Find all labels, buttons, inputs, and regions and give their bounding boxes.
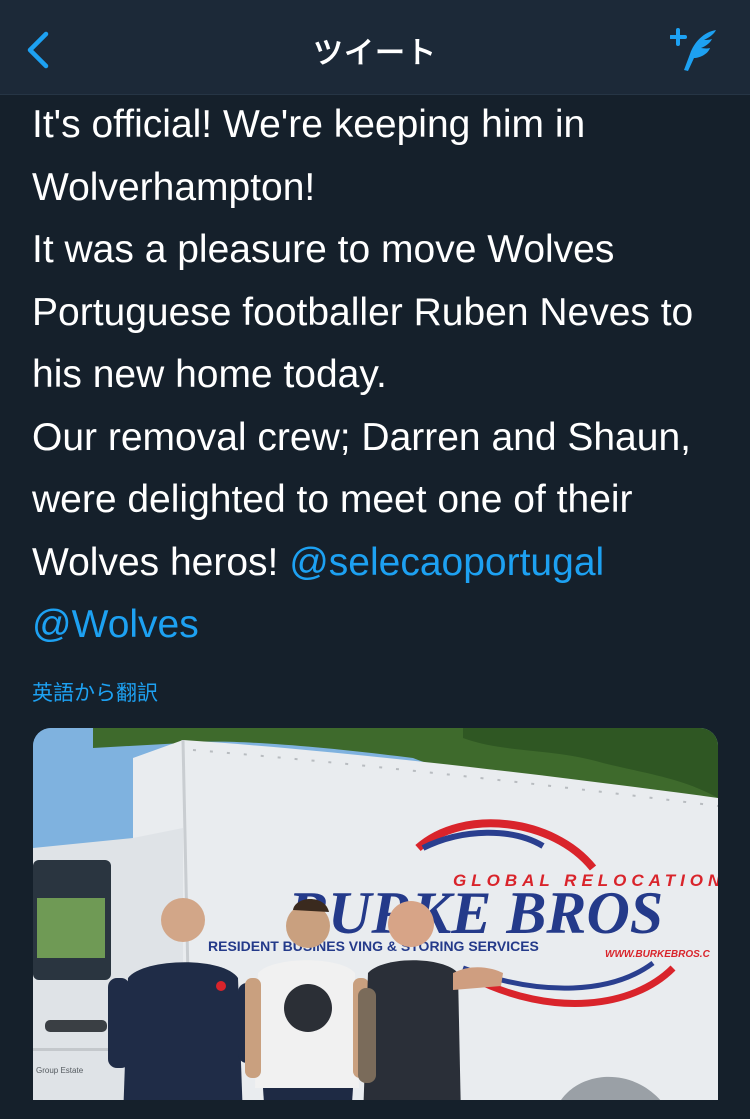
small-sign: Group Estate <box>36 1066 84 1075</box>
tweet-line: his new home today. <box>32 353 387 396</box>
page-title: ツイート <box>313 36 437 71</box>
tweet-photo[interactable]: GLOBAL RELOCATION BURKE BROS RESIDENT BU… <box>33 728 718 1119</box>
tweet-line: Our removal crew; Darren and Shaun, <box>32 415 691 459</box>
navigation-bar: ツイート <box>0 0 750 95</box>
compose-tweet-button[interactable] <box>669 24 722 76</box>
tweet-text: It's official! We're keeping him in Wolv… <box>32 94 732 657</box>
tweet-line-text: Wolves heros! <box>32 540 290 584</box>
translate-link[interactable]: 英語から翻訳 <box>32 677 158 707</box>
tweet-line: Wolverhampton! <box>32 165 316 209</box>
compose-tweet-icon <box>669 28 716 71</box>
bottom-bar <box>0 1100 750 1119</box>
tweet-line: Portuguese footballer Ruben Neves to <box>32 290 694 334</box>
tweet-line: @Wolves <box>32 594 732 657</box>
mention-link-wolves[interactable]: @Wolves <box>32 603 199 646</box>
van-services: RESIDENT BUSINES VING & STORING SERVICES <box>208 938 539 954</box>
mention-link-selecaoportugal[interactable]: @selecaoportugal <box>289 541 604 584</box>
tweet-line: were delighted to meet one of their <box>32 478 633 521</box>
van-brand-main: BURKE BROS <box>287 880 663 946</box>
tweet-line-last: Wolves heros! @selecaoportugal <box>32 532 732 595</box>
tweet-line: It's official! We're keeping him in <box>32 103 586 146</box>
photo-illustration: GLOBAL RELOCATION BURKE BROS RESIDENT BU… <box>33 728 718 1119</box>
tweet-line: It was a pleasure to move Wolves <box>32 228 615 271</box>
van-url: WWW.BURKEBROS.C <box>605 949 711 960</box>
